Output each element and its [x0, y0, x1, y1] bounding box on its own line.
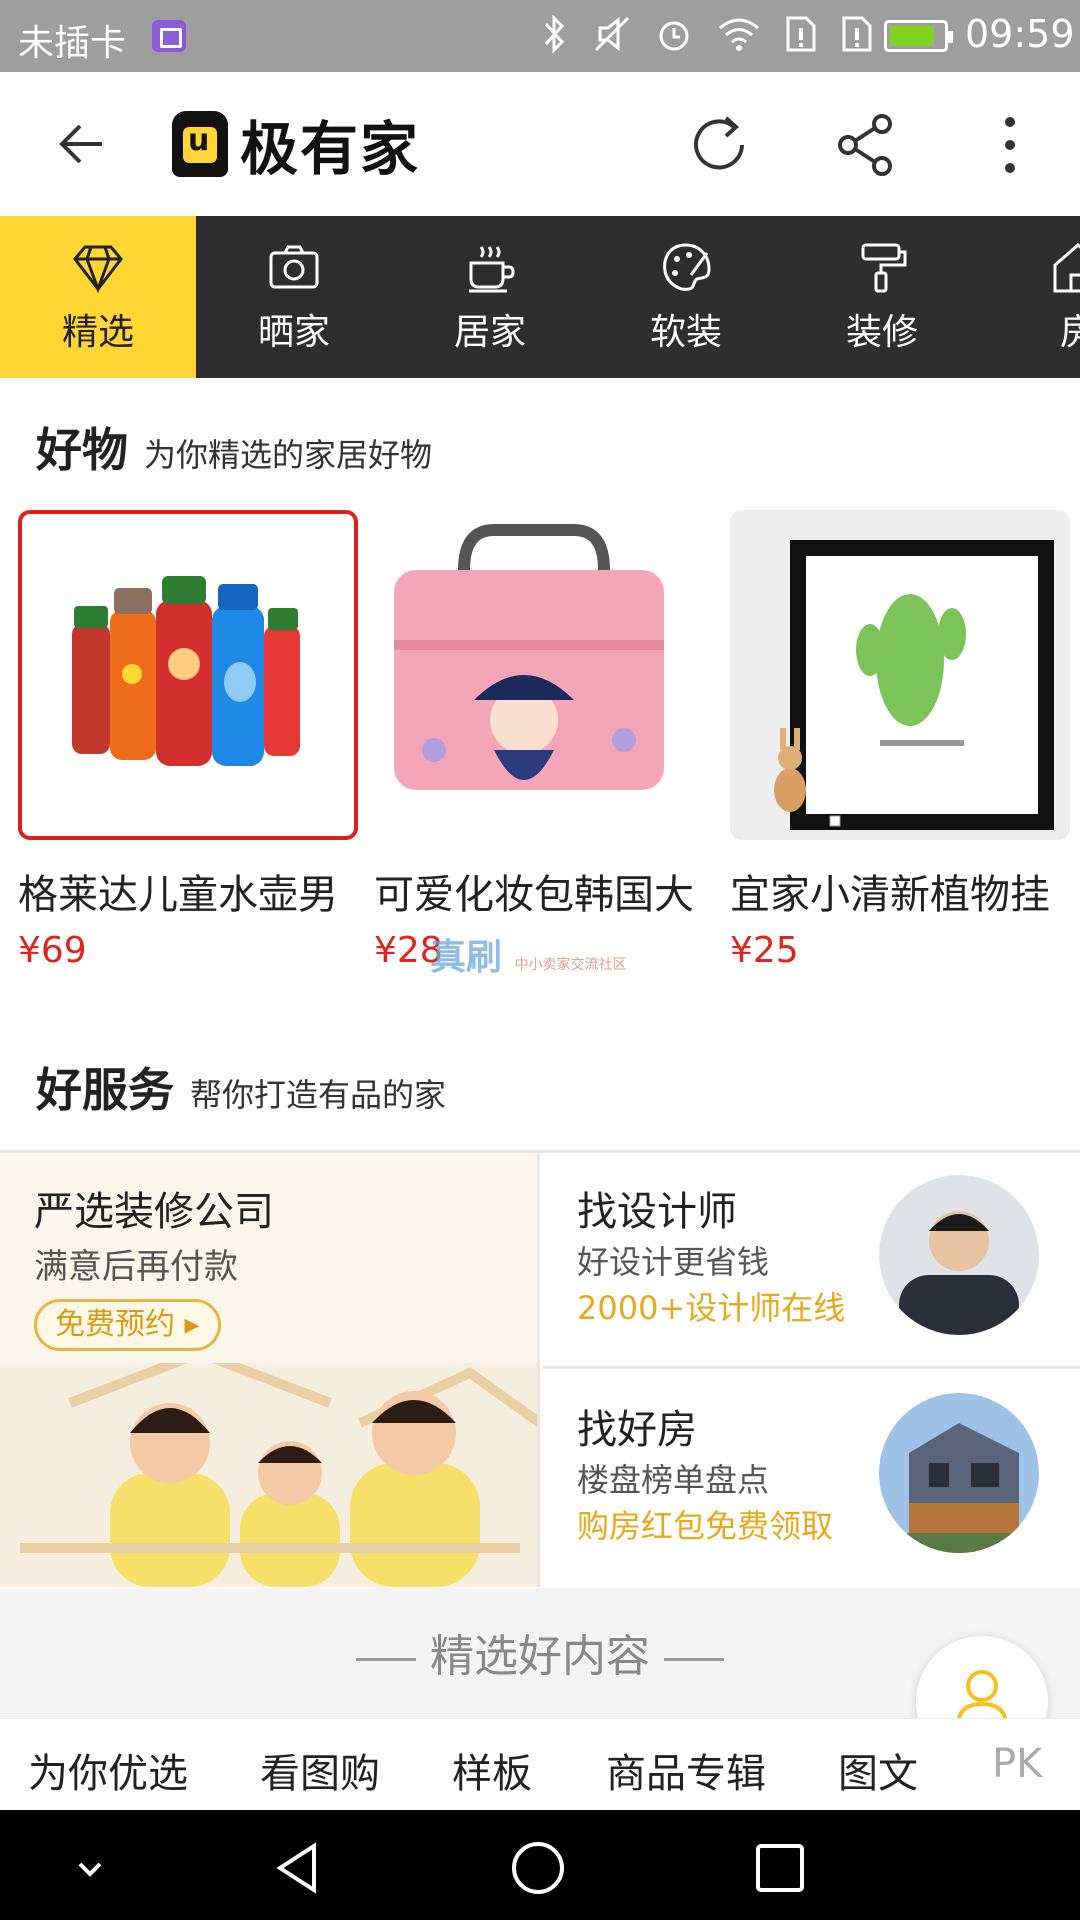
- tab-product-album[interactable]: 商品专辑: [606, 1741, 766, 1799]
- status-icons: [540, 14, 874, 54]
- family-photo: [0, 1363, 537, 1587]
- mute-icon: [594, 16, 630, 52]
- product-card[interactable]: 格莱达儿童水壶男 ¥69: [18, 510, 358, 980]
- tab-ruanzhuang[interactable]: 软装: [588, 216, 784, 378]
- service-card-find-house[interactable]: 找好房 楼盘榜单盘点 购房红包免费领取: [543, 1371, 1080, 1587]
- product-image[interactable]: [374, 510, 714, 840]
- content-tabs: 为你优选 看图购 样板 商品专辑 图文 PK: [0, 1718, 1080, 1810]
- home-circle-icon[interactable]: [510, 1840, 566, 1896]
- product-card[interactable]: 宜家小清新植物挂 ¥25: [730, 510, 1070, 980]
- service-section-title: 好服务 帮你打造有品的家: [36, 1054, 446, 1120]
- tab-label: 晒家: [257, 312, 330, 353]
- title-rest: 服务: [82, 1063, 174, 1117]
- product-price: ¥69: [18, 930, 87, 971]
- tab-showroom[interactable]: 样板: [452, 1741, 532, 1799]
- more-vert-icon[interactable]: [990, 110, 1030, 180]
- logo-icon: [172, 111, 228, 177]
- bluetooth-icon: [544, 14, 565, 54]
- status-bar: 未插卡 09:59: [0, 0, 1080, 72]
- service-highlight: 购房红包免费领取: [577, 1507, 834, 1545]
- category-tabs: 精选 晒家 居家 软装 装修 房: [0, 216, 1080, 378]
- product-image[interactable]: [730, 510, 1070, 840]
- palette-icon: [663, 243, 711, 291]
- battery-icon: [884, 20, 953, 52]
- tab-shop-by-image[interactable]: 看图购: [260, 1741, 380, 1799]
- tab-label: 居家: [453, 312, 526, 353]
- back-triangle-icon[interactable]: [270, 1840, 326, 1896]
- tab-label: 房: [1059, 312, 1080, 353]
- tab-label: 装修: [845, 312, 918, 353]
- chevron-down-icon[interactable]: [62, 1840, 118, 1896]
- clock: 09:59: [965, 12, 1075, 56]
- service-subtitle: 帮你打造有品的家: [190, 1076, 447, 1114]
- tab-zhuangxiu[interactable]: 装修: [784, 216, 980, 378]
- camera-icon: [269, 245, 319, 289]
- recents-square-icon[interactable]: [752, 1840, 808, 1896]
- service-grid: 严选装修公司 满意后再付款 免费预约 ▸ 找设计师 好设计更省钱 2000+设计…: [0, 1150, 1080, 1587]
- app-header: 极有家: [0, 72, 1080, 216]
- tab-articles[interactable]: 图文: [838, 1741, 918, 1799]
- service-title: 找好房: [577, 1407, 697, 1453]
- product-name[interactable]: 宜家小清新植物挂: [730, 862, 1070, 920]
- service-highlight: 2000+设计师在线: [577, 1289, 846, 1327]
- free-booking-button[interactable]: 免费预约 ▸: [34, 1299, 221, 1351]
- product-image[interactable]: [18, 510, 358, 840]
- title-rest: 物: [82, 423, 128, 477]
- share-icon[interactable]: [832, 110, 902, 180]
- cup-icon: [469, 246, 515, 293]
- refresh-icon[interactable]: [684, 110, 754, 180]
- gallery-notification-icon: [152, 20, 186, 52]
- tab-jujia[interactable]: 居家: [392, 216, 588, 378]
- service-card-decoration-company[interactable]: 严选装修公司 满意后再付款 免费预约 ▸: [0, 1153, 540, 1587]
- logo-text: 极有家: [240, 115, 421, 183]
- divider-text: 精选好内容: [430, 1631, 650, 1682]
- system-nav-bar: [0, 1810, 1080, 1920]
- service-desc: 好设计更省钱: [577, 1243, 770, 1281]
- product-name[interactable]: 格莱达儿童水壶男: [18, 862, 358, 920]
- title-highlight: 好: [36, 1063, 82, 1117]
- goods-subtitle: 为你精选的家居好物: [144, 436, 433, 474]
- product-price: ¥25: [730, 930, 799, 971]
- tab-fang[interactable]: 房: [980, 216, 1080, 378]
- tab-jingxuan[interactable]: 精选: [0, 216, 196, 378]
- sim-alert-icon-2: [842, 16, 872, 52]
- diamond-icon: [73, 245, 123, 294]
- tab-shaijia[interactable]: 晒家: [196, 216, 392, 378]
- paint-roller-icon: [861, 243, 907, 293]
- house-icon: [1053, 243, 1080, 293]
- alarm-icon: [659, 21, 689, 51]
- service-desc: 楼盘榜单盘点: [577, 1461, 770, 1499]
- tab-pk[interactable]: PK: [992, 1741, 1042, 1787]
- tab-label: 精选: [61, 312, 134, 353]
- app-logo: 极有家: [172, 108, 420, 183]
- carrier-text: 未插卡: [18, 23, 127, 64]
- wifi-icon: [719, 18, 759, 51]
- product-name[interactable]: 可爱化妆包韩国大: [374, 862, 714, 920]
- service-title: 找设计师: [577, 1189, 737, 1235]
- service-title: 严选装修公司: [34, 1189, 274, 1235]
- house-photo: [879, 1393, 1039, 1553]
- designer-avatar: [879, 1175, 1039, 1335]
- service-card-find-designer[interactable]: 找设计师 好设计更省钱 2000+设计师在线: [543, 1153, 1080, 1369]
- tab-for-you[interactable]: 为你优选: [28, 1741, 188, 1799]
- watermark: 真刷 中小卖家交流社区: [430, 937, 627, 978]
- title-highlight: 好: [36, 423, 82, 477]
- product-card[interactable]: 可爱化妆包韩国大 ¥28: [374, 510, 714, 980]
- back-arrow-icon[interactable]: [52, 112, 112, 176]
- service-desc: 满意后再付款: [34, 1247, 238, 1287]
- product-carousel[interactable]: 格莱达儿童水壶男 ¥69 可爱化妆包韩国大 ¥28 宜家小清新植物挂 ¥25: [18, 510, 1080, 980]
- tab-label: 软装: [649, 312, 722, 353]
- content-divider: 精选好内容: [0, 1620, 1080, 1684]
- goods-section-title: 好物 为你精选的家居好物: [36, 414, 432, 480]
- sim-alert-icon: [786, 16, 816, 52]
